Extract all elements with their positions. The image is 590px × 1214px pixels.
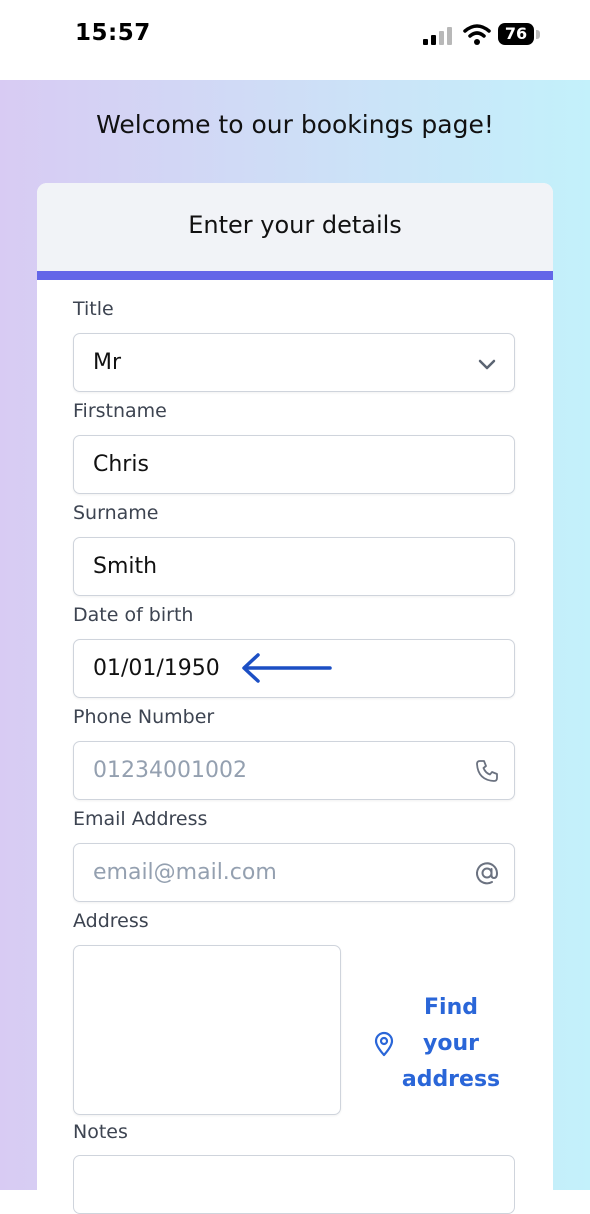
firstname-value: Chris xyxy=(93,452,149,477)
dob-value: 01/01/1950 xyxy=(93,656,220,681)
firstname-label: Firstname xyxy=(73,400,167,422)
surname-value: Smith xyxy=(93,554,158,579)
notes-label: Notes xyxy=(73,1121,128,1143)
title-select[interactable]: Mr xyxy=(73,333,515,392)
battery-icon: 76 xyxy=(498,23,542,47)
card-accent-bar xyxy=(37,271,553,280)
address-textarea[interactable] xyxy=(73,945,341,1115)
status-time: 15:57 xyxy=(75,20,151,46)
signal-icon xyxy=(423,27,452,45)
card-title: Enter your details xyxy=(188,211,402,239)
phone-label: Phone Number xyxy=(73,706,215,728)
find-address-button[interactable]: Find your address xyxy=(370,990,530,1100)
phone-field[interactable]: 01234001002 xyxy=(73,741,515,800)
phone-icon xyxy=(476,760,498,782)
wifi-icon xyxy=(463,24,491,45)
email-placeholder: email@mail.com xyxy=(93,860,277,885)
firstname-field[interactable]: Chris xyxy=(73,435,515,494)
email-label: Email Address xyxy=(73,808,208,830)
title-value: Mr xyxy=(93,350,122,375)
surname-label: Surname xyxy=(73,502,159,524)
phone-placeholder: 01234001002 xyxy=(93,758,247,783)
arrow-left-icon xyxy=(242,653,332,683)
dob-label: Date of birth xyxy=(73,604,194,626)
title-label: Title xyxy=(73,298,114,320)
surname-field[interactable]: Smith xyxy=(73,537,515,596)
status-bar: 15:57 76 xyxy=(0,0,590,80)
welcome-heading: Welcome to our bookings page! xyxy=(96,110,494,139)
chevron-down-icon xyxy=(478,359,496,370)
address-label: Address xyxy=(73,910,149,932)
map-pin-icon xyxy=(374,1031,394,1057)
email-field[interactable]: email@mail.com xyxy=(73,843,515,902)
notes-field[interactable] xyxy=(73,1155,515,1214)
find-address-label: Find your address xyxy=(401,995,501,1092)
card-header: Enter your details xyxy=(37,183,553,271)
at-icon xyxy=(476,862,499,885)
battery-level: 76 xyxy=(498,23,534,45)
